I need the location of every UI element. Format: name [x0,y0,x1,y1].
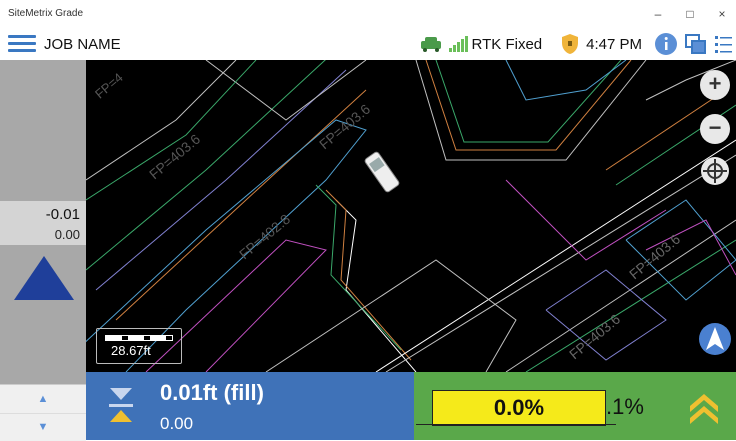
toolbar: JOB NAME RTK Fixed 4:47 PM [0,28,736,61]
map-view[interactable]: FP=4 FP=403.6 FP=402.8 FP=403.6 FP=403.6… [86,60,736,372]
cut-fill-panel[interactable]: 0.01ft (fill) 0.00 [86,372,414,440]
layers-icon[interactable] [684,33,708,55]
slope-value: 0.0% [493,395,545,420]
zoom-in-button[interactable]: + [700,70,730,100]
maximize-button[interactable]: □ [676,4,704,24]
grade-indicator-panel: -0.01 0.00 [0,60,86,440]
cut-fill-value: 0.01ft (fill) [160,380,264,405]
elevation-target: 0.00 [54,227,80,242]
gps-status: RTK Fixed [471,35,543,53]
title-bar: SiteMetrix Grade – □ × [0,0,736,28]
locate-icon[interactable] [700,156,730,186]
status-area: RTK Fixed 4:47 PM [420,28,736,60]
scale-label: 28.67ft [111,343,151,358]
slope-target: .1% [606,394,644,419]
list-icon[interactable] [714,33,734,55]
slope-box: 0.0% [432,390,606,426]
minimize-button[interactable]: – [644,4,672,24]
zoom-out-button[interactable]: − [700,114,730,144]
vehicle-icon [420,37,441,52]
elevation-value: -0.01 [45,206,80,223]
clock: 4:47 PM [586,35,642,53]
machine-icon [364,151,400,193]
slope-panel[interactable]: 0.0% .1% [414,372,736,440]
signal-strength-icon [448,36,468,52]
slope-baseline [416,424,616,425]
app-title: SiteMetrix Grade [8,8,84,19]
fill-indicator-icon [109,388,133,422]
stepper-up-button[interactable]: ▲ [0,385,86,414]
raise-chevrons-icon [690,394,718,424]
info-icon[interactable] [654,32,678,56]
stepper-down-button[interactable]: ▼ [0,413,86,441]
close-button[interactable]: × [708,4,736,24]
job-name[interactable]: JOB NAME [44,36,121,53]
cut-fill-target: 0.00 [160,414,194,433]
elevation-readout: -0.01 0.00 [0,201,86,245]
shield-lock-icon[interactable] [560,33,580,55]
menu-icon[interactable] [8,35,36,53]
compass-icon[interactable] [698,322,732,356]
offset-stepper: ▲ ▼ [0,384,86,441]
scale-bar: 28.67ft [96,328,182,364]
grade-arrow-up-icon [14,256,74,300]
map-linework [86,60,736,372]
